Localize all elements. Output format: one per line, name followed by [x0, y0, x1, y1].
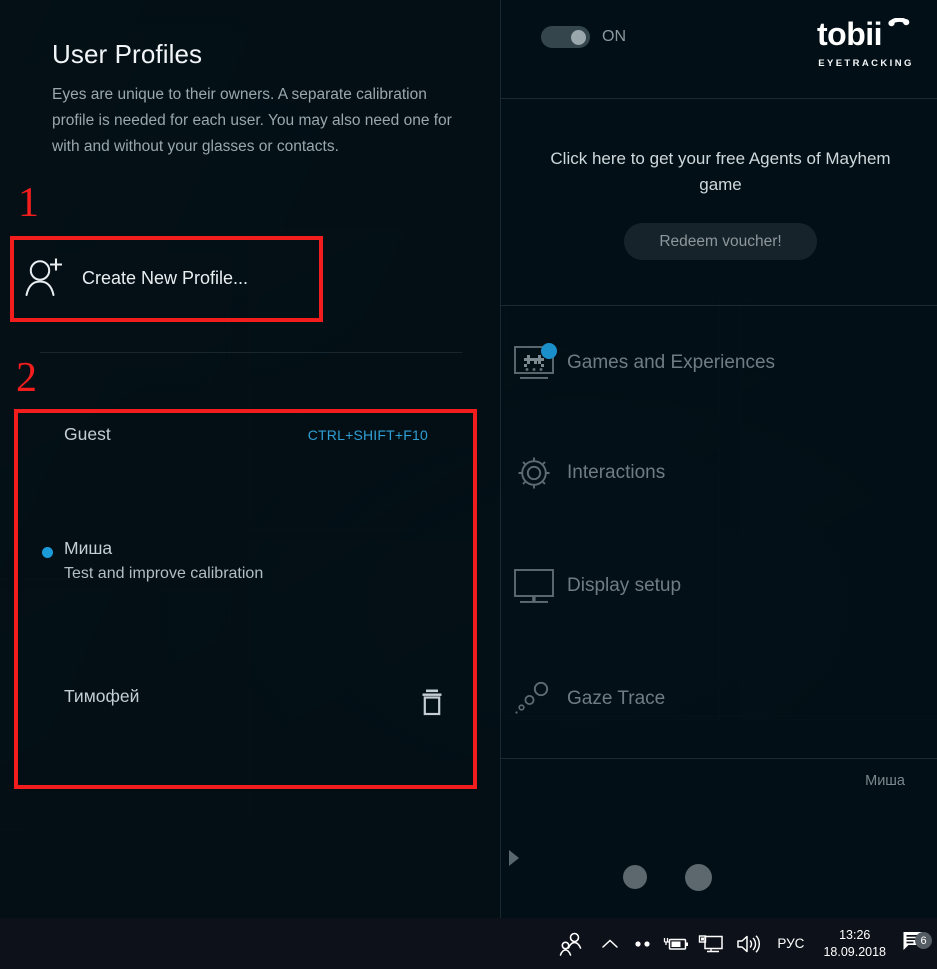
profile-name: Тимофей [64, 686, 140, 706]
user-profiles-panel: User Profiles Eyes are unique to their o… [0, 0, 500, 918]
gear-icon [501, 451, 567, 495]
nav-label: Display setup [567, 575, 682, 596]
system-tray: РУС 13:26 18.09.2018 6 [549, 918, 937, 969]
gaze-dots-icon [501, 678, 567, 720]
profile-row-guest[interactable]: Guest CTRL+SHIFT+F10 [16, 424, 474, 464]
page-description: Eyes are unique to their owners. A separ… [52, 86, 452, 155]
notification-badge [541, 343, 557, 359]
profile-row-misha[interactable]: Миша Test and improve calibration [16, 538, 474, 600]
gaze-dot-right [685, 864, 712, 891]
panel-footer: Миша [501, 759, 937, 919]
action-center-icon[interactable]: 6 [895, 929, 937, 958]
network-display-icon[interactable] [693, 918, 729, 969]
annotation-number-1: 1 [18, 180, 39, 226]
clock-time: 13:26 [839, 927, 871, 942]
clock-date: 18.09.2018 [823, 944, 886, 959]
windows-taskbar: РУС 13:26 18.09.2018 6 [0, 918, 937, 969]
show-hidden-icons-chevron[interactable] [593, 918, 627, 969]
profile-name: Миша [64, 538, 113, 558]
nav-item-gaze-trace[interactable]: Gaze Trace [501, 668, 937, 730]
promo-text: Click here to get your free Agents of Ma… [550, 149, 891, 194]
play-arrow-icon[interactable] [506, 848, 522, 873]
clock[interactable]: 13:26 18.09.2018 [814, 927, 895, 961]
nav-label: Games and Experiences [567, 352, 776, 373]
profile-action-calibration[interactable]: Test and improve calibration [64, 565, 263, 583]
gaze-dot-left [623, 865, 647, 889]
nav-item-display-setup[interactable]: Display setup [501, 555, 937, 617]
nav-label: Interactions [567, 462, 666, 483]
selected-profile-dot [42, 547, 53, 558]
svg-text:tobii: tobii [817, 18, 882, 52]
promo-section[interactable]: Click here to get your free Agents of Ma… [501, 99, 937, 305]
tobii-tagline: EYETRACKING [818, 58, 914, 69]
battery-charging-icon[interactable] [659, 918, 693, 969]
navigation-list: Games and Experiences Interactions Displ… [501, 306, 937, 758]
nav-item-interactions[interactable]: Interactions [501, 442, 937, 504]
eyetracking-toggle[interactable]: ON [541, 26, 626, 48]
redeem-voucher-button[interactable]: Redeem voucher! [624, 223, 817, 260]
profile-shortcut: CTRL+SHIFT+F10 [307, 427, 428, 443]
toggle-switch[interactable] [541, 26, 590, 48]
create-new-profile-button[interactable]: Create New Profile... [16, 241, 316, 315]
nav-label: Gaze Trace [567, 688, 666, 709]
panel-header: ON tobii EYETRACKING [501, 0, 937, 98]
current-user-label: Миша [865, 773, 905, 789]
annotation-number-2: 2 [16, 355, 37, 401]
game-screen-icon [501, 342, 567, 384]
monitor-icon [501, 565, 567, 607]
right-side-panel: ON tobii EYETRACKING Click here to get y… [500, 0, 937, 918]
trash-icon[interactable] [420, 687, 444, 722]
tobii-wordmark: tobii [817, 16, 915, 57]
tobii-eye-tracking-app-window: User Profiles Eyes are unique to their o… [0, 0, 937, 969]
eyetracking-user-icon[interactable] [549, 918, 593, 969]
tobii-logo: tobii EYETRACKING [817, 16, 915, 69]
toggle-state-label: ON [602, 28, 626, 45]
profile-list: Guest CTRL+SHIFT+F10 Миша Test and impro… [16, 412, 474, 790]
profile-row-timofey[interactable]: Тимофей [16, 686, 474, 730]
page-title: User Profiles [52, 39, 203, 69]
nav-item-games-and-experiences[interactable]: Games and Experiences [501, 332, 937, 394]
language-indicator[interactable]: РУС [767, 918, 814, 969]
volume-icon[interactable] [729, 918, 767, 969]
notification-count-badge: 6 [915, 932, 932, 949]
two-dots-icon[interactable] [627, 918, 659, 969]
profile-name: Guest [64, 424, 111, 444]
create-new-profile-label: Create New Profile... [82, 267, 249, 288]
section-divider [40, 352, 462, 353]
user-plus-icon [16, 255, 72, 301]
